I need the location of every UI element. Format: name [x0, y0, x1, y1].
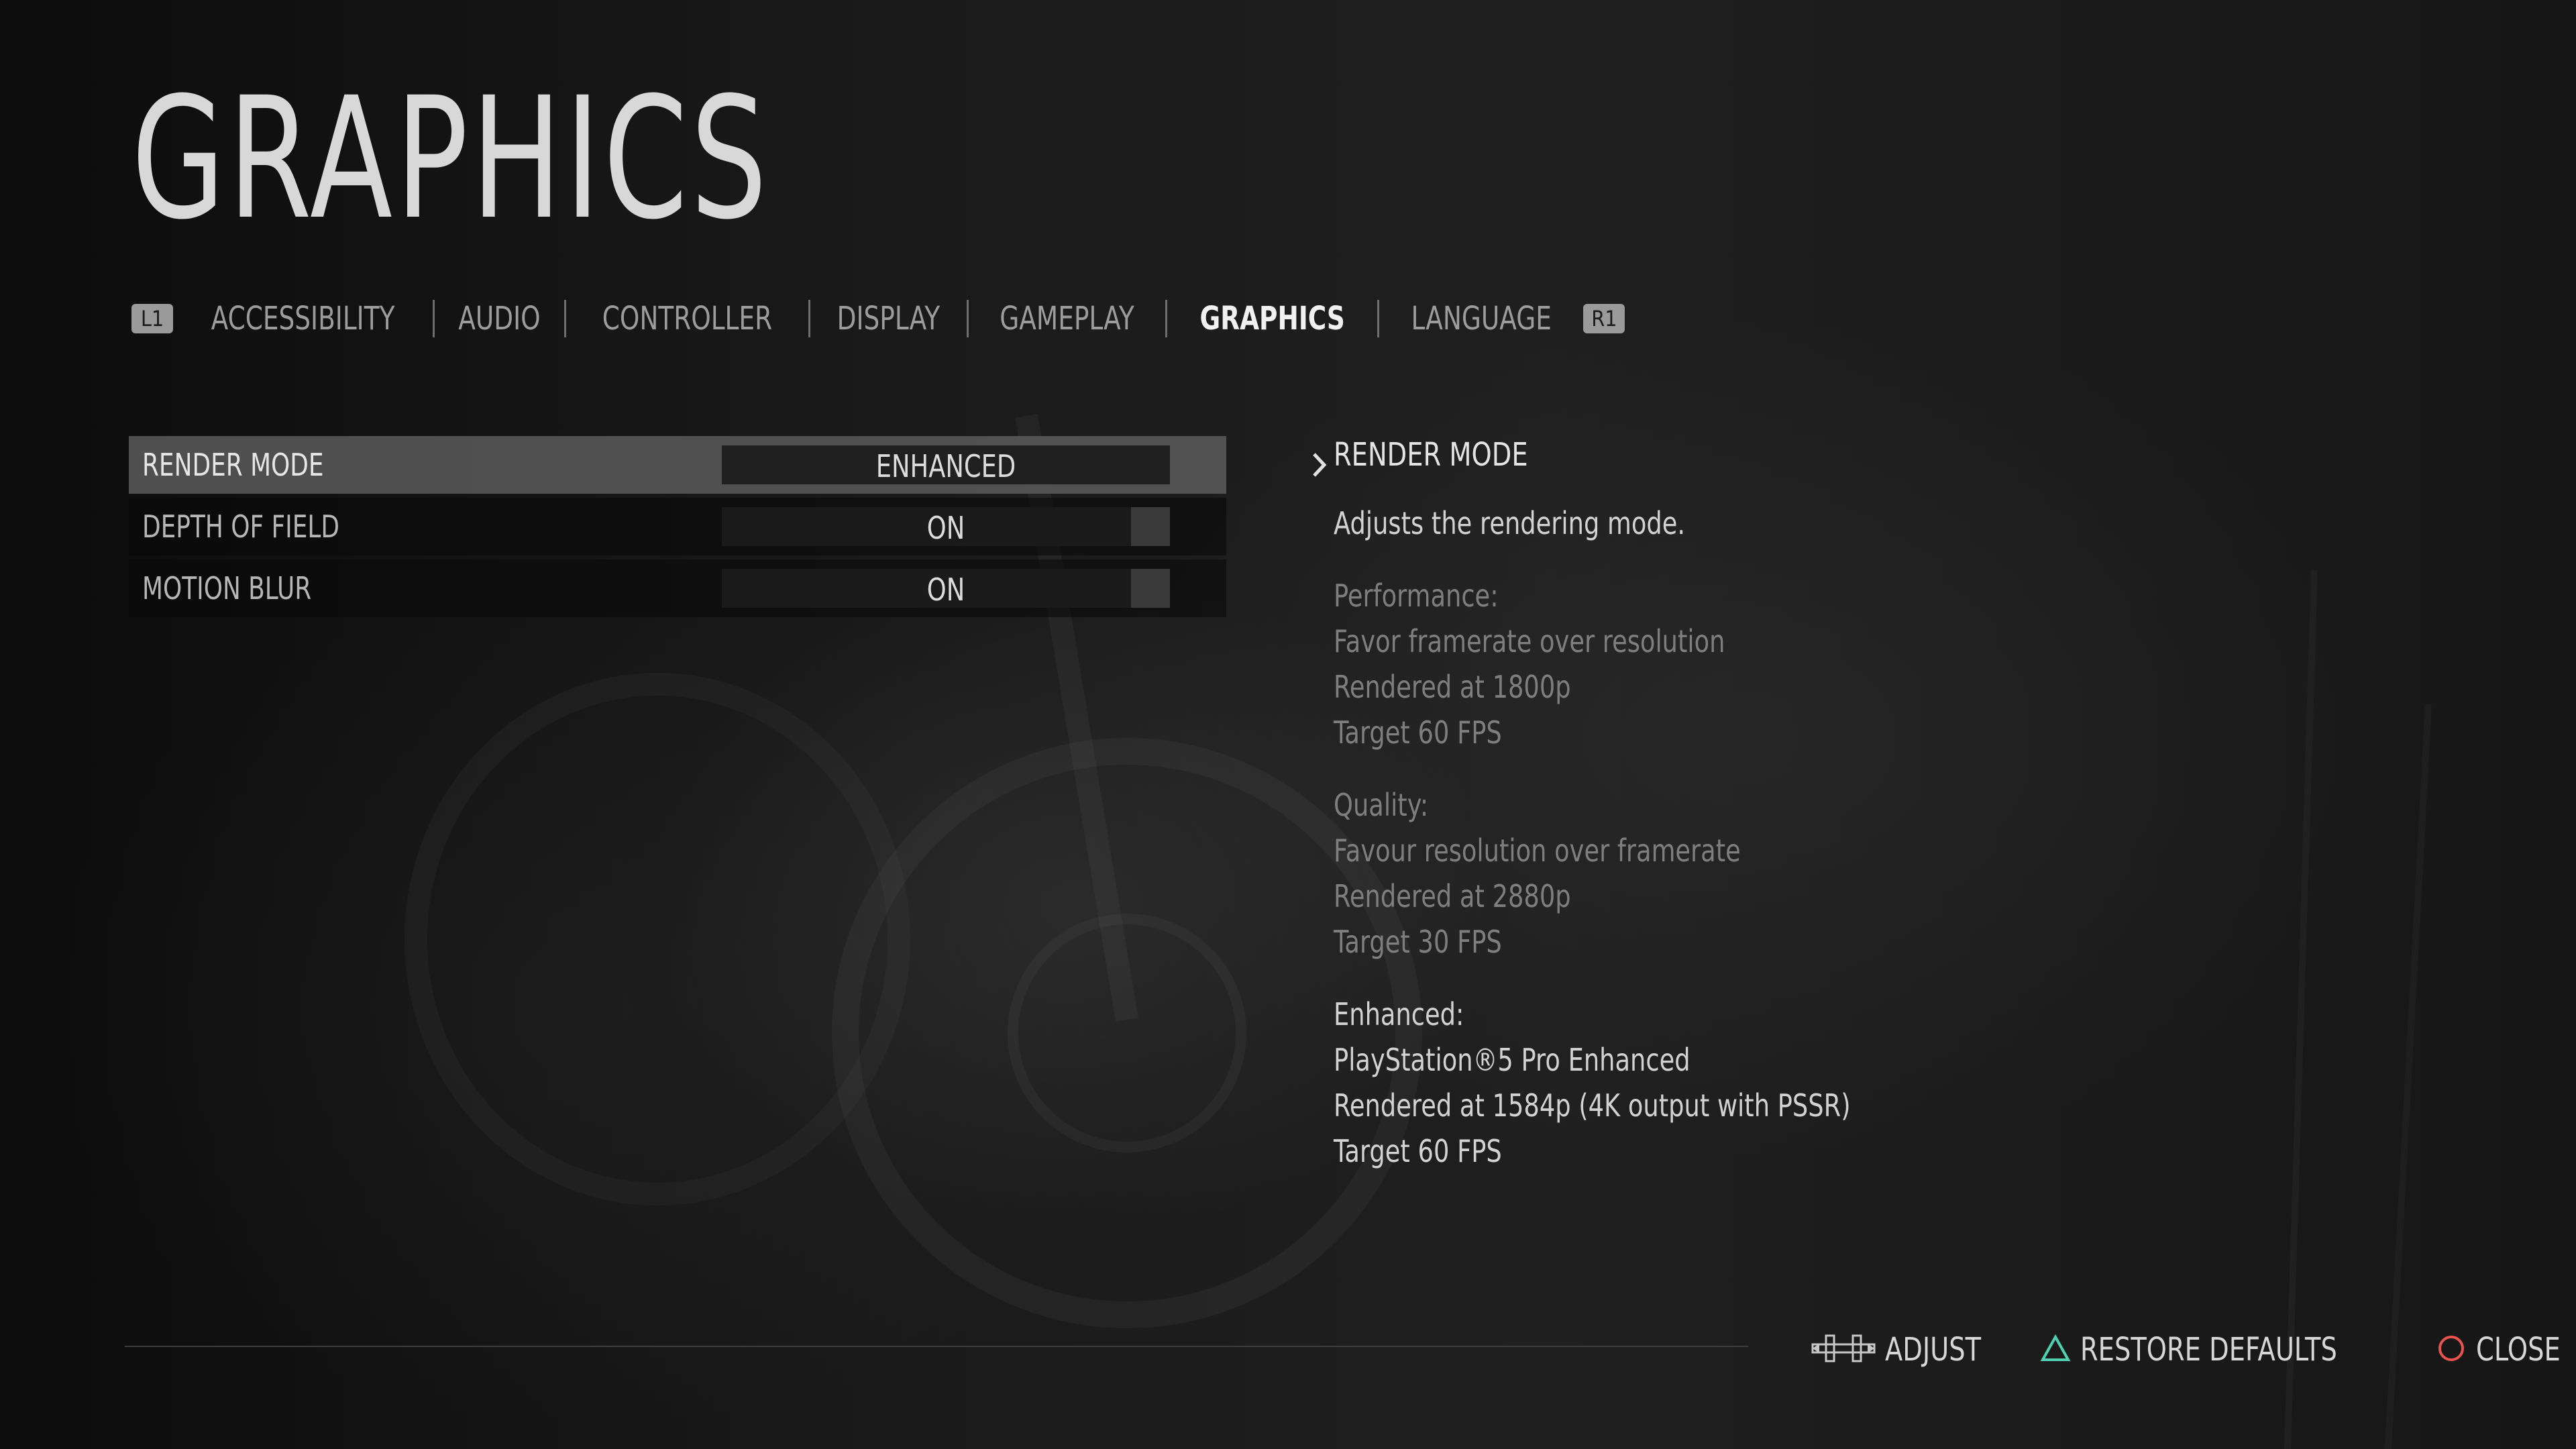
setting-row-motion-blur[interactable]: MOTION BLUR ON [129, 559, 1226, 617]
tab-divider [1377, 300, 1379, 337]
tab-graphics[interactable]: GRAPHICS [1190, 300, 1354, 337]
setting-row-depth-of-field[interactable]: DEPTH OF FIELD ON [129, 498, 1226, 555]
description-panel: RENDER MODE Adjusts the rendering mode. … [1334, 436, 2206, 1174]
setting-label: DEPTH OF FIELD [142, 508, 340, 545]
depth-of-field-toggle[interactable]: ON [722, 507, 1170, 546]
tab-divider [808, 300, 810, 337]
description-heading: Quality: [1334, 787, 1429, 823]
tab-divider [564, 300, 566, 337]
description-quality: Quality: Favour resolution over framerat… [1334, 782, 2206, 965]
tab-divider [1165, 300, 1167, 337]
toggle-indicator [1131, 507, 1170, 546]
tab-language[interactable]: LANGUAGE [1401, 300, 1560, 337]
adjust-prompt[interactable]: ADJUST [1811, 1331, 2005, 1368]
description-line: Favor framerate over resolution [1334, 623, 1725, 659]
tab-gameplay[interactable]: GAMEPLAY [990, 300, 1144, 337]
setting-value: ENHANCED [875, 448, 1016, 484]
adjust-label: ADJUST [1885, 1331, 1982, 1368]
description-line: Target 60 FPS [1334, 714, 1502, 751]
circle-button-icon [2436, 1333, 2467, 1366]
setting-row-render-mode[interactable]: RENDER MODE ENHANCED [129, 436, 1327, 494]
tab-divider [966, 300, 969, 337]
toggle-indicator [1131, 569, 1170, 608]
description-line: Rendered at 1584p (4K output with PSSR) [1334, 1087, 1851, 1124]
settings-tab-bar: L1 ACCESSIBILITY AUDIO CONTROLLER DISPLA… [131, 295, 1625, 342]
close-prompt[interactable]: CLOSE [2436, 1331, 2576, 1368]
setting-value: ON [926, 572, 965, 608]
settings-list: RENDER MODE ENHANCED DEPTH OF FIELD ON M… [129, 436, 1327, 621]
button-prompts: ADJUST RESTORE DEFAULTS CLOSE [1811, 1323, 2576, 1377]
description-heading: Performance: [1334, 578, 1499, 614]
description-title: RENDER MODE [1334, 436, 1528, 474]
description-line: Target 60 FPS [1334, 1133, 1502, 1169]
description-performance: Performance: Favor framerate over resolu… [1334, 573, 2206, 755]
description-enhanced: Enhanced: PlayStation®5 Pro Enhanced Ren… [1334, 991, 2206, 1174]
tab-display[interactable]: DISPLAY [827, 300, 949, 337]
tab-audio[interactable]: AUDIO [449, 300, 549, 337]
page-title: GRAPHICS [131, 61, 770, 256]
close-label: CLOSE [2476, 1331, 2561, 1368]
setting-label: MOTION BLUR [142, 570, 312, 606]
setting-value: ON [926, 510, 965, 546]
description-line: Rendered at 1800p [1334, 669, 1571, 705]
description-line: Target 30 FPS [1334, 924, 1502, 960]
motion-blur-toggle[interactable]: ON [722, 569, 1170, 608]
dpad-left-right-icon [1811, 1332, 1876, 1368]
r1-button-icon[interactable]: R1 [1583, 304, 1625, 333]
description-line: Favour resolution over framerate [1334, 833, 1741, 869]
render-mode-selector[interactable]: ENHANCED [722, 445, 1170, 484]
description-summary: Adjusts the rendering mode. [1334, 505, 1686, 541]
description-heading: Enhanced: [1334, 996, 1464, 1032]
triangle-button-icon [2040, 1334, 2071, 1365]
restore-defaults-label: RESTORE DEFAULTS [2080, 1331, 2337, 1368]
chevron-right-icon[interactable] [1309, 449, 1330, 480]
tab-accessibility[interactable]: ACCESSIBILITY [202, 300, 405, 337]
footer-divider [125, 1346, 1748, 1347]
description-line: Rendered at 2880p [1334, 878, 1571, 914]
setting-label: RENDER MODE [142, 447, 324, 483]
tab-divider [433, 300, 435, 337]
description-line: PlayStation®5 Pro Enhanced [1334, 1042, 1690, 1078]
l1-button-icon[interactable]: L1 [131, 304, 173, 333]
restore-defaults-prompt[interactable]: RESTORE DEFAULTS [2040, 1331, 2402, 1368]
tab-controller[interactable]: CONTROLLER [593, 300, 782, 337]
